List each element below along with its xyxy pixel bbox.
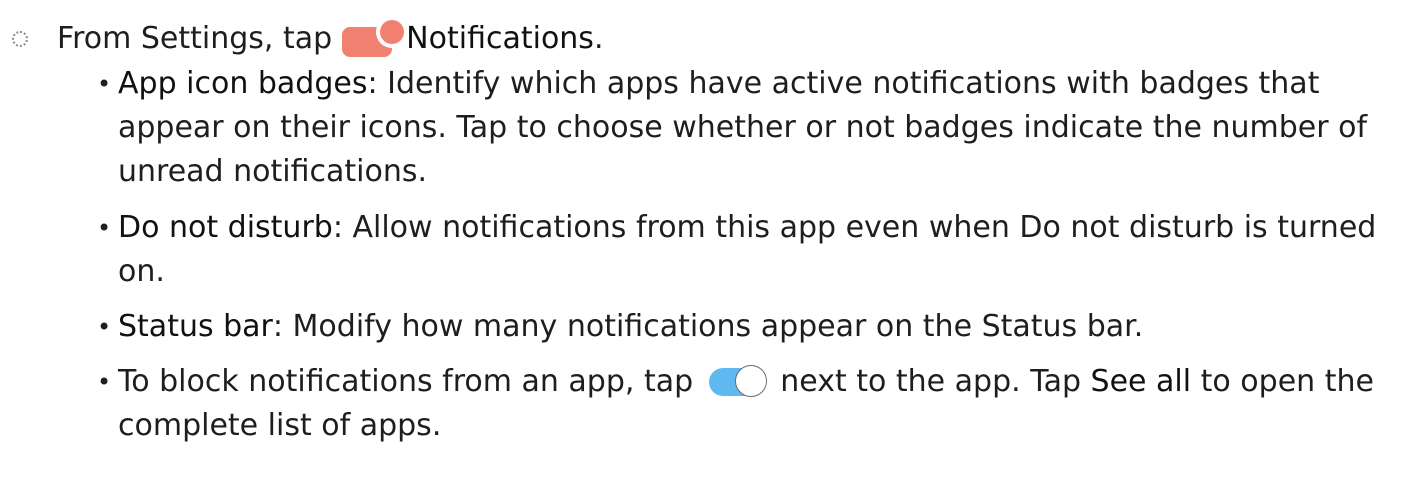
term-do-not-disturb: Do not disturb [118, 210, 333, 245]
options-list: App icon badges: Identify which apps hav… [97, 62, 1397, 459]
block-text-middle: next to the app. Tap [780, 364, 1081, 399]
desc-status-bar: : Modify how many notifications appear o… [272, 309, 1144, 344]
toggle-switch-icon [708, 364, 767, 397]
notifications-icon [342, 16, 409, 57]
term-see-all: See all [1090, 364, 1192, 399]
term-status-bar: Status bar [118, 309, 273, 344]
list-item-app-icon-badges: App icon badges: Identify which apps hav… [97, 62, 1397, 194]
list-item-do-not-disturb: Do not disturb: Allow notifications from… [97, 206, 1397, 294]
list-item-block-notifications: To block notifications from an app, tap … [97, 360, 1397, 448]
list-item-status-bar: Status bar: Modify how many notification… [97, 305, 1397, 349]
block-text-before: To block notifications from an app, tap [118, 364, 694, 399]
step-bold-notifications: Notifications [406, 21, 594, 56]
instruction-step: From Settings, tap Notifications. [12, 16, 604, 61]
step-marker-icon [12, 31, 28, 47]
term-app-icon-badges: App icon badges [118, 66, 368, 101]
step-prefix: From Settings, tap [57, 21, 333, 56]
step-suffix: . [593, 21, 604, 56]
